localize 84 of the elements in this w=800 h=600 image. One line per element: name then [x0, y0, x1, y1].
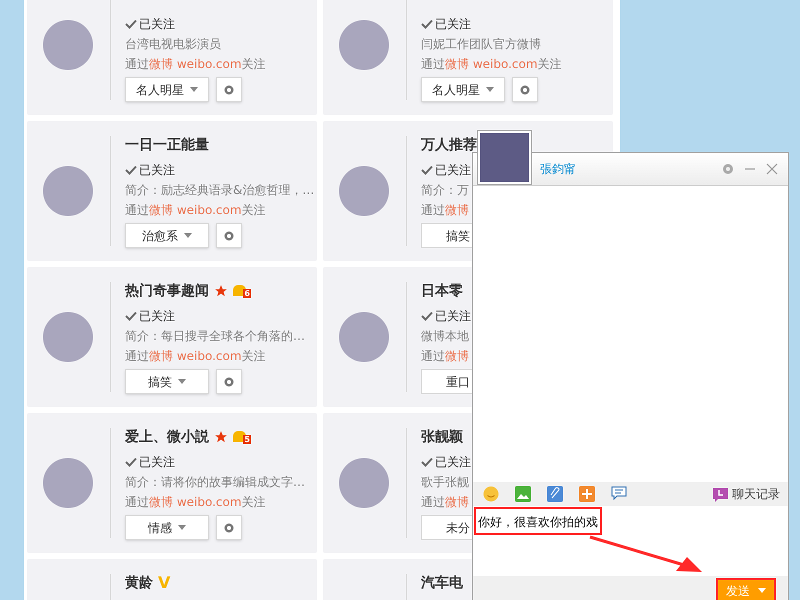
group-dropdown[interactable]: 重口	[421, 369, 472, 394]
avatar-placeholder	[43, 166, 93, 216]
check-icon	[125, 310, 137, 320]
typed-text: 你好，很喜欢你拍的戏	[478, 515, 598, 530]
followed-status: 已关注	[435, 162, 471, 178]
close-icon[interactable]	[766, 162, 778, 175]
settings-button[interactable]	[216, 77, 242, 102]
settings-icon	[223, 376, 235, 388]
picture-icon[interactable]	[515, 486, 531, 502]
caret-icon	[178, 379, 186, 384]
follow-source-text: 通过微博 weibo.com关注	[421, 56, 562, 73]
group-dropdown[interactable]: 未分	[421, 515, 472, 540]
star-icon	[214, 430, 228, 444]
settings-icon	[223, 230, 235, 242]
caret-icon	[178, 525, 186, 530]
group-dropdown[interactable]: 搞笑	[421, 223, 472, 248]
smiley-icon[interactable]	[483, 486, 499, 502]
check-icon	[125, 456, 137, 466]
group-dropdown[interactable]: 治愈系	[125, 223, 209, 248]
follow-source-text: 通过微博	[421, 494, 470, 511]
follow-source-text: 通过微博 weibo.com关注	[125, 56, 266, 73]
paperclip-icon[interactable]	[547, 486, 563, 502]
description-text: 简介：万	[421, 182, 470, 199]
settings-button[interactable]	[216, 223, 242, 248]
description-text: 歌手张靓	[421, 474, 470, 491]
follow-source-text: 通过微博 weibo.com关注	[125, 348, 267, 365]
follow-source-text: 通过微博	[421, 348, 470, 365]
account-name[interactable]: 万人推荐	[421, 134, 477, 156]
account-name[interactable]: 张靓颖	[421, 426, 463, 448]
chat-history-link[interactable]: 聊天记录	[732, 485, 780, 504]
follow-source-text: 通过微博 weibo.com关注	[125, 494, 267, 511]
followed-status: 已关注	[139, 16, 175, 32]
followed-status: 已关注	[139, 162, 175, 178]
check-icon	[125, 18, 137, 28]
followed-status: 已关注	[435, 308, 471, 324]
group-dropdown[interactable]: 搞笑	[125, 369, 209, 394]
check-icon	[421, 310, 433, 320]
settings-icon	[223, 522, 235, 534]
avatar-placeholder	[339, 166, 389, 216]
description-text: 简介：励志经典语录&治愈哲理，…	[125, 182, 314, 199]
description-text: 微博本地	[421, 328, 470, 345]
description-text: 简介：请将你的故事编辑成文字…	[125, 474, 305, 491]
description-text: 台湾电视电影演员	[125, 36, 222, 53]
avatar-placeholder	[339, 20, 389, 70]
check-icon	[421, 164, 433, 174]
followed-status: 已关注	[139, 308, 175, 324]
description-text: 闫妮工作团队官方微博	[421, 36, 542, 53]
chat-bubble-icon[interactable]	[611, 486, 628, 502]
group-dropdown[interactable]: 名人明星	[421, 77, 505, 102]
check-icon	[421, 18, 433, 28]
group-dropdown[interactable]: 名人明星	[125, 77, 209, 102]
account-name[interactable]: 爱上、微小説	[125, 426, 209, 448]
verified-label: V	[158, 575, 170, 591]
chat-contact-name: 張鈞甯	[540, 160, 576, 178]
followed-status: 已关注	[435, 454, 471, 470]
follow-source-text: 通过微博 weibo.com关注	[125, 202, 267, 219]
caret-icon	[184, 233, 192, 238]
follow-source-text: 通过微博	[421, 202, 470, 219]
account-name[interactable]: 黄龄	[125, 572, 153, 594]
caret-icon	[758, 588, 766, 593]
settings-button[interactable]	[216, 515, 242, 540]
description-text: 简介：每日搜寻全球各个角落的…	[125, 328, 305, 345]
followed-status: 已关注	[139, 454, 175, 470]
settings-button[interactable]	[512, 77, 538, 102]
star-icon	[214, 284, 228, 298]
account-name[interactable]: 热门奇事趣闻	[125, 280, 209, 302]
avatar-placeholder	[43, 312, 93, 362]
settings-icon	[223, 84, 235, 96]
check-icon	[421, 456, 433, 466]
avatar-placeholder	[43, 20, 93, 70]
caret-icon	[190, 87, 198, 92]
account-name[interactable]: 一日一正能量	[125, 134, 209, 156]
account-name[interactable]: 汽车电	[421, 572, 463, 594]
group-dropdown[interactable]: 情感	[125, 515, 209, 540]
caret-icon	[486, 87, 494, 92]
settings-button[interactable]	[216, 369, 242, 394]
avatar-placeholder	[339, 312, 389, 362]
chat-history-icon[interactable]	[713, 486, 728, 502]
check-icon	[125, 164, 137, 174]
followed-status: 已关注	[435, 16, 471, 32]
avatar-placeholder	[339, 458, 389, 508]
account-name[interactable]: 日本零	[421, 280, 463, 302]
avatar-placeholder	[43, 458, 93, 508]
settings-icon	[519, 84, 531, 96]
